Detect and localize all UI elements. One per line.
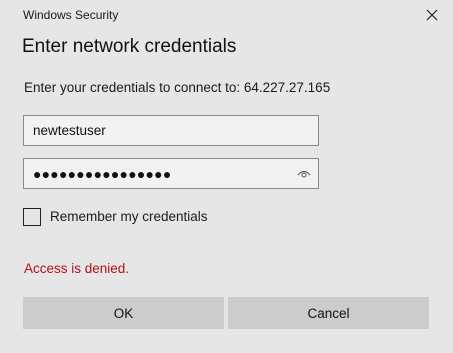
password-input[interactable]: ●●●●●●●●●●●●●●●● xyxy=(33,166,172,182)
dialog-heading: Enter network credentials xyxy=(22,36,237,57)
eye-icon xyxy=(297,171,311,178)
title-bar: Windows Security xyxy=(0,0,453,30)
username-field[interactable] xyxy=(23,115,319,146)
connection-prompt: Enter your credentials to connect to: 64… xyxy=(24,80,331,95)
password-field[interactable]: ●●●●●●●●●●●●●●●● xyxy=(23,158,319,189)
close-button[interactable] xyxy=(421,4,443,26)
close-icon xyxy=(426,9,438,21)
remember-credentials[interactable]: Remember my credentials xyxy=(23,207,208,227)
ok-button[interactable]: OK xyxy=(23,297,224,329)
error-message: Access is denied. xyxy=(24,261,130,276)
cancel-button[interactable]: Cancel xyxy=(228,297,429,329)
reveal-password-button[interactable] xyxy=(296,167,312,181)
username-input[interactable] xyxy=(24,116,318,145)
remember-label: Remember my credentials xyxy=(50,209,208,224)
remember-checkbox[interactable] xyxy=(23,208,41,226)
window-title: Windows Security xyxy=(23,8,119,22)
credentials-dialog: Windows Security Enter network credentia… xyxy=(0,0,453,353)
